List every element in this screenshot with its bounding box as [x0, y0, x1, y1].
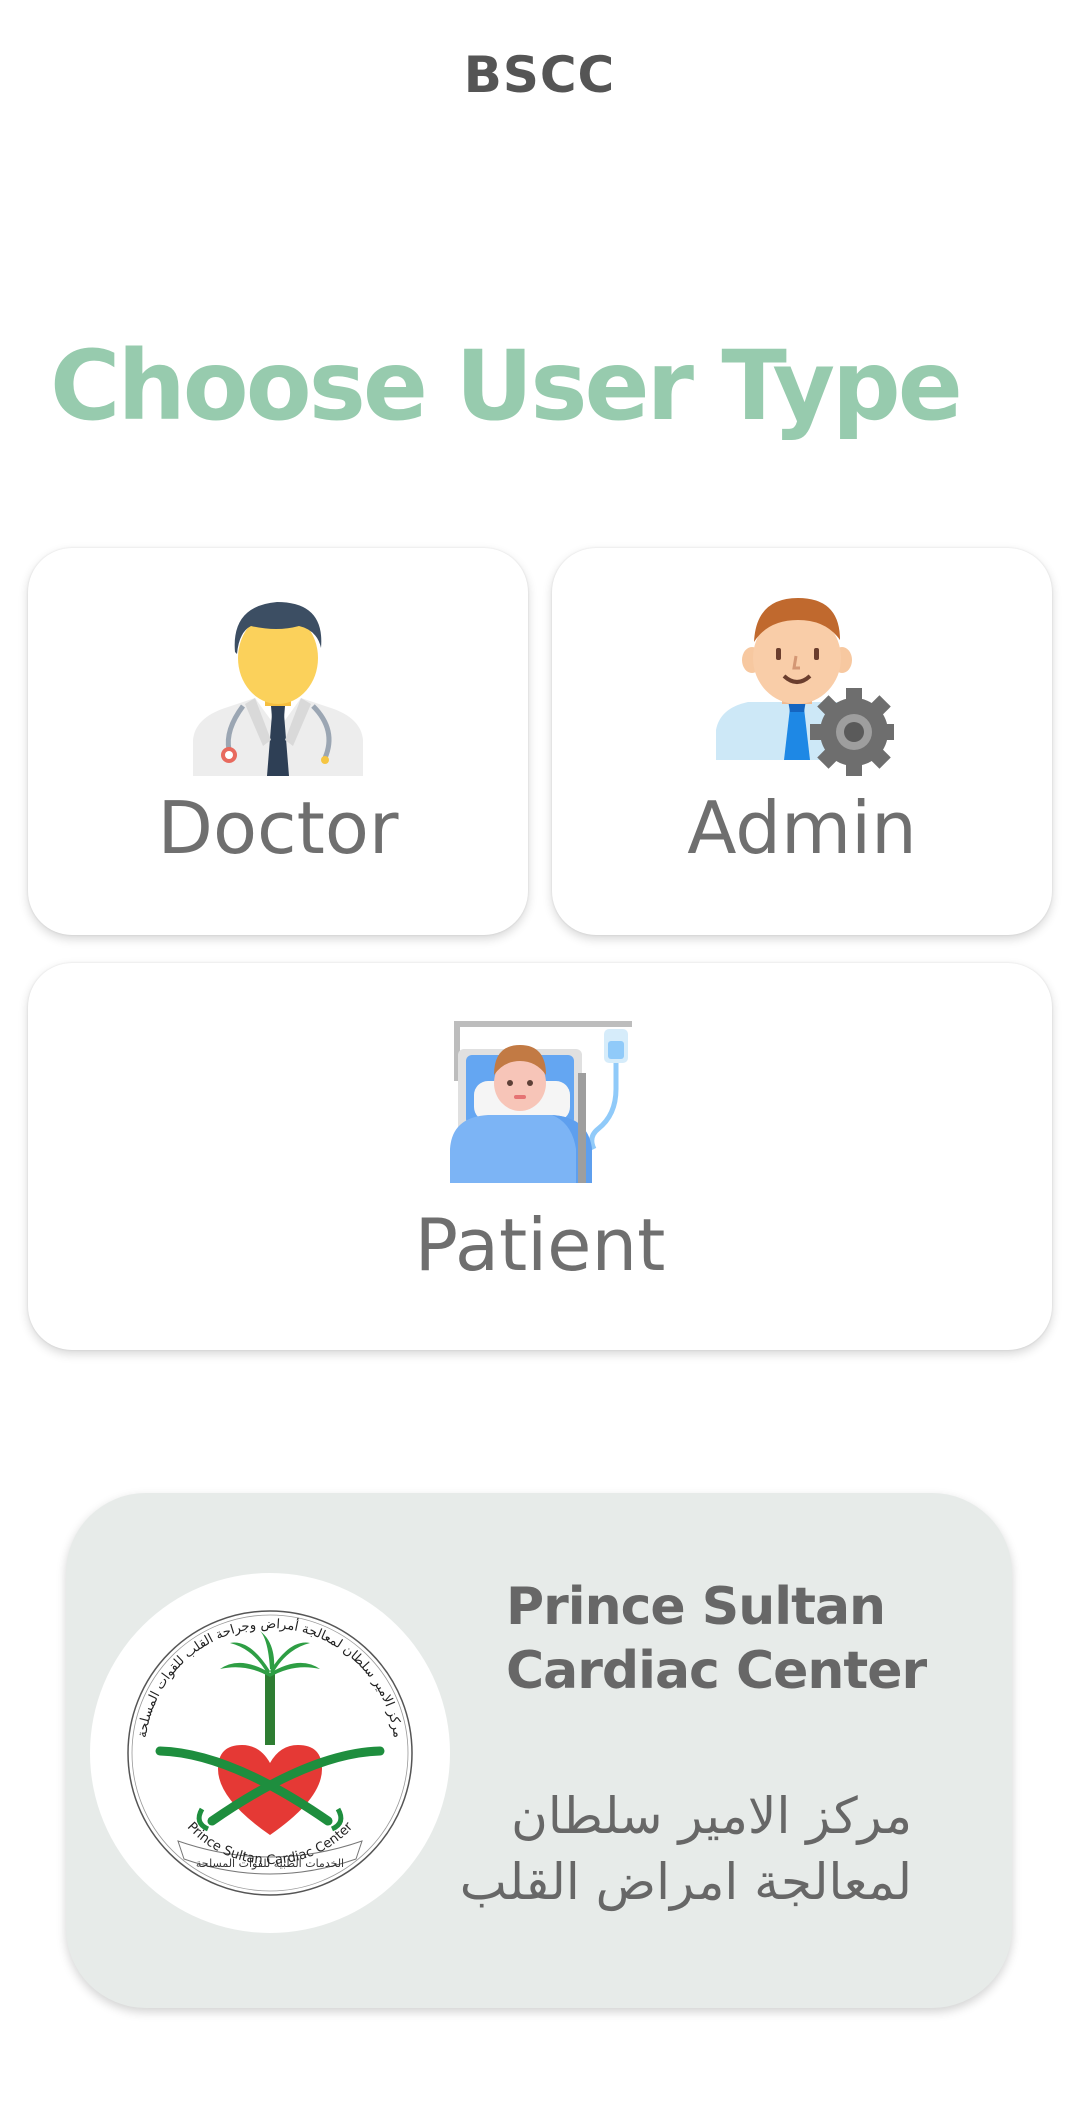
- patient-bed-icon: [450, 1021, 632, 1183]
- admin-label: Admin: [687, 786, 917, 870]
- app-bar: BSCC: [0, 0, 1079, 150]
- center-name-ar-line1: مركز الامير سلطان: [511, 1787, 912, 1845]
- doctor-card[interactable]: Doctor: [28, 548, 528, 935]
- center-name-ar-line2: لمعالجة امراض القلب: [459, 1853, 912, 1911]
- page-heading: Choose User Type: [50, 330, 963, 442]
- patient-card[interactable]: Patient: [28, 963, 1052, 1350]
- center-name-arabic: مركز الامير سلطان لمعالجة امراض القلب: [392, 1783, 912, 1915]
- admin-card[interactable]: Admin: [552, 548, 1052, 935]
- admin-settings-icon: [716, 598, 894, 776]
- doctor-icon: [193, 602, 363, 776]
- center-name-english: Prince Sultan Cardiac Center: [506, 1575, 966, 1703]
- center-name-en-line2: Cardiac Center: [506, 1641, 927, 1701]
- app-title: BSCC: [463, 46, 616, 104]
- center-name-en-line1: Prince Sultan: [506, 1577, 886, 1637]
- center-info-card: مركز الامير سلطان لمعالجة أمراض وجراحة ا…: [66, 1493, 1012, 2008]
- patient-label: Patient: [414, 1203, 666, 1287]
- doctor-label: Doctor: [157, 786, 399, 870]
